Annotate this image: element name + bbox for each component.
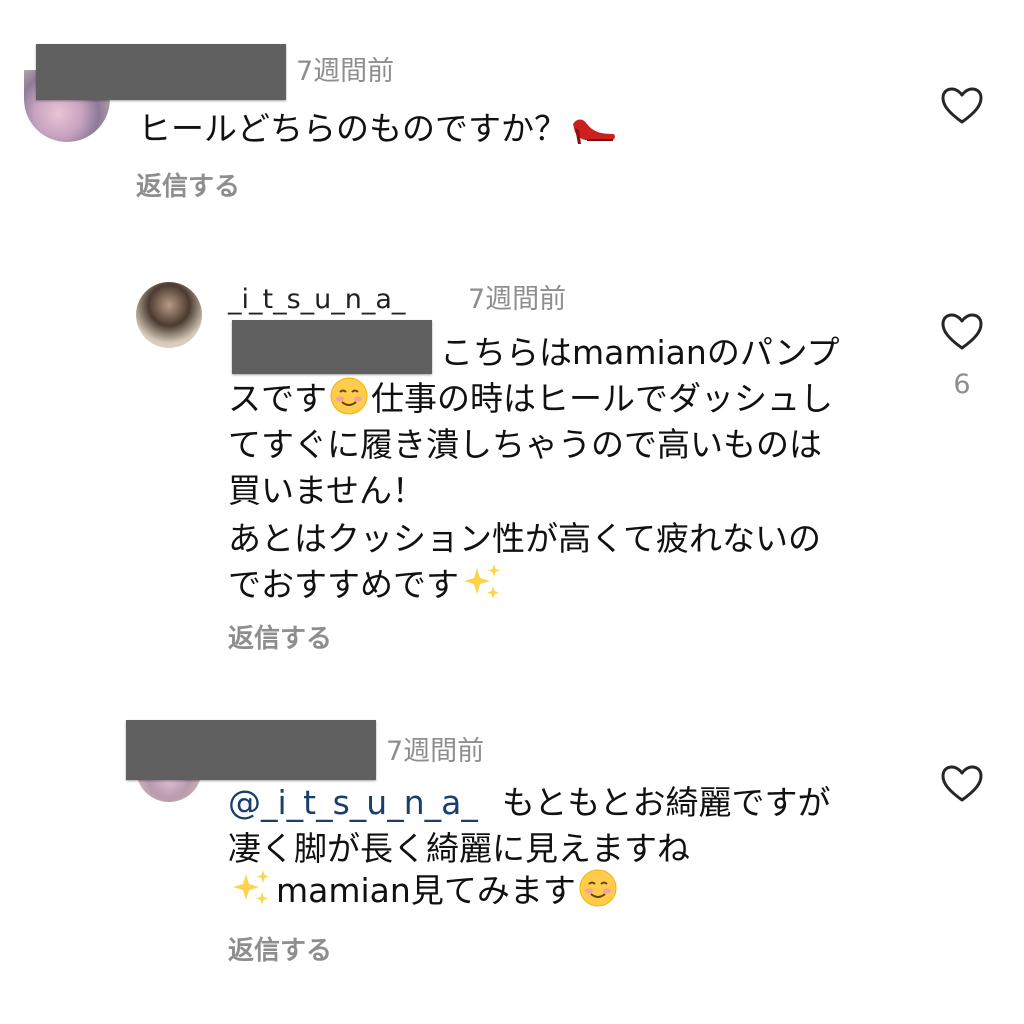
smiling-face-emoji bbox=[329, 376, 369, 428]
comment-text: ヒールどちらのものですか？ bbox=[138, 104, 619, 158]
heart-outline-icon[interactable] bbox=[940, 764, 984, 804]
comment-line: てすぐに履き潰しちゃうので高いものは bbox=[228, 425, 822, 464]
heart-outline-icon[interactable] bbox=[940, 86, 984, 126]
comment-time: 7週間前 bbox=[386, 736, 485, 767]
comment-time: 7週間前 bbox=[468, 284, 567, 315]
comment-line: 買いません！ bbox=[228, 471, 426, 510]
high-heel-emoji bbox=[569, 104, 617, 158]
sparkles-emoji bbox=[461, 562, 505, 614]
like-count: 6 bbox=[953, 369, 971, 400]
comment-line: mamian見てみます bbox=[228, 868, 620, 920]
avatar[interactable] bbox=[136, 282, 202, 348]
comment-username[interactable]: _i_t_s_u_n_a_ bbox=[228, 282, 405, 318]
smiling-face-emoji bbox=[578, 868, 618, 920]
redacted-username bbox=[36, 44, 286, 100]
comment-line: @_i_t_s_u_n_a_ もともとお綺麗ですが bbox=[228, 783, 831, 822]
comment-time: 7週間前 bbox=[296, 56, 395, 87]
comment-line: こちらはmamianのパンプ bbox=[440, 333, 840, 372]
comment-line: あとはクッション性が高くて疲れないの bbox=[228, 519, 822, 558]
comment-line: スです 仕事の時はヒールでダッシュし bbox=[228, 376, 833, 428]
redacted-mention bbox=[232, 320, 432, 374]
mention-link[interactable]: @_i_t_s_u_n_a_ bbox=[228, 783, 478, 822]
heart-outline-icon[interactable] bbox=[940, 312, 984, 352]
reply-button[interactable]: 返信する bbox=[228, 622, 332, 656]
redacted-username bbox=[126, 720, 376, 780]
sparkles-emoji bbox=[230, 868, 274, 920]
reply-button[interactable]: 返信する bbox=[228, 934, 332, 968]
comment-line: 凄く脚が長く綺麗に見えますね bbox=[228, 829, 690, 868]
comment-line: でおすすめです bbox=[228, 562, 507, 614]
reply-button[interactable]: 返信する bbox=[136, 170, 240, 204]
